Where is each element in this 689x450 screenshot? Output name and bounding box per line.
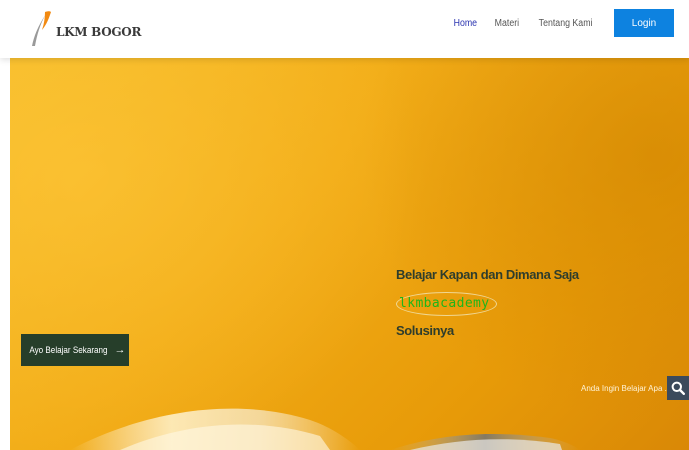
headline-prefix: Belajar Kapan dan Dimana Saja [396,267,579,282]
brand-logo[interactable]: LKM BOGOR [28,8,141,48]
hero-banner: Belajar Kapan dan Dimana Saja lkmbacadem… [10,58,689,450]
nav-item-tentang-kami[interactable]: Tentang Kami [539,18,593,29]
nav-item-materi[interactable]: Materi [495,18,519,29]
start-learning-label: Ayo Belajar Sekarang [28,345,108,355]
headline-suffix: Solusinya [396,323,454,338]
navbar: LKM BOGOR Home Materi Tentang Kami Login [0,0,689,58]
lkm-swoosh-logo-icon [32,11,51,46]
hero-headline: Belajar Kapan dan Dimana Saja lkmbacadem… [396,261,681,345]
nav-item-home[interactable]: Home [454,18,477,29]
search-input[interactable] [575,376,667,400]
nav-menu: Home Materi Tentang Kami Login [452,0,689,46]
search-button[interactable] [667,376,689,400]
login-button[interactable]: Login [614,9,674,37]
arrow-right-icon: → [114,344,126,356]
brand-name: LKM BOGOR [56,25,142,39]
headline-brand: lkmbacademy [396,292,497,316]
search-icon [671,381,685,395]
search-bar [575,376,689,400]
page: LKM BOGOR Home Materi Tentang Kami Login [0,0,689,450]
start-learning-button[interactable]: Ayo Belajar Sekarang → [21,334,129,366]
